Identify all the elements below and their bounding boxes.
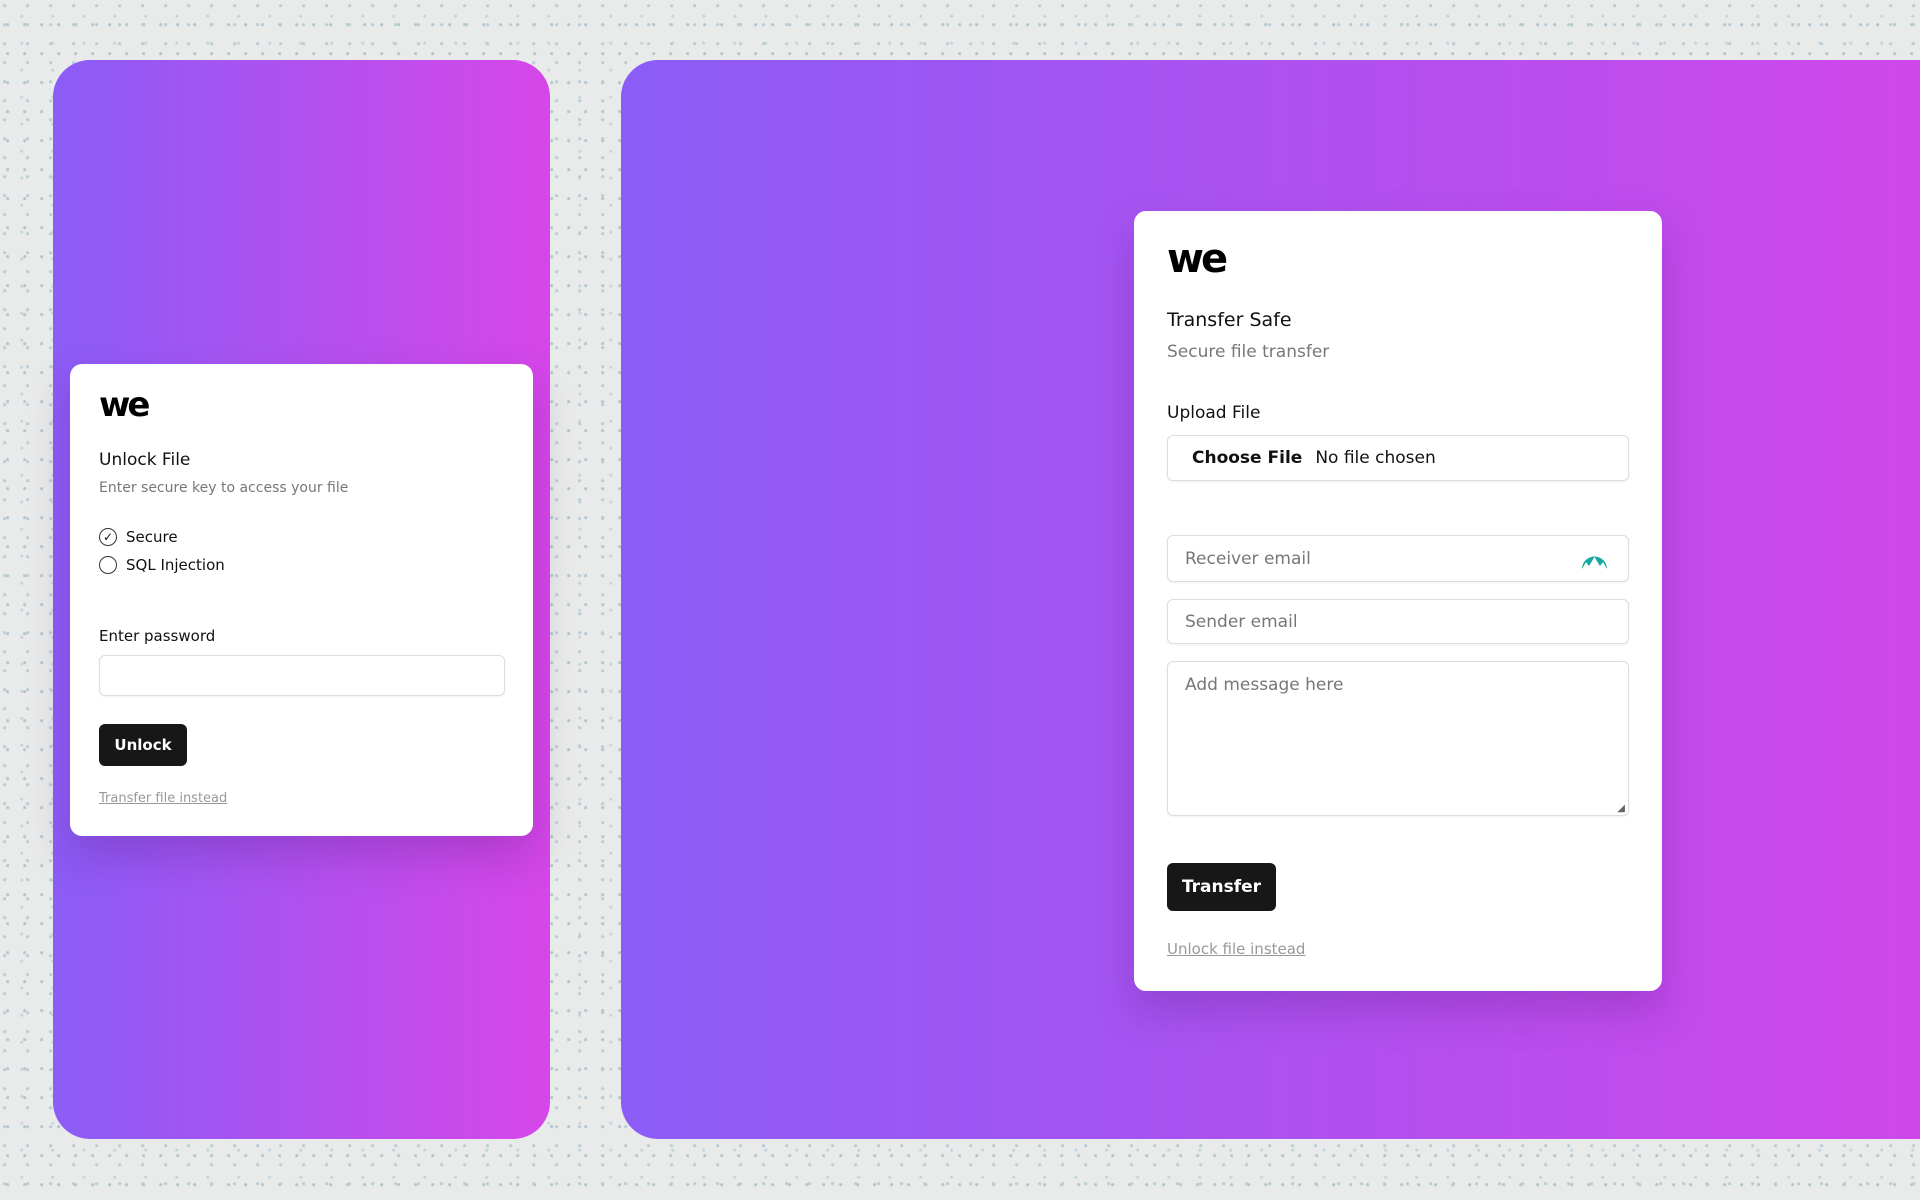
option-secure[interactable]: ✓ Secure <box>99 528 178 546</box>
choose-file-button[interactable]: Choose File <box>1192 448 1302 468</box>
mountain-extension-icon[interactable] <box>1581 548 1608 570</box>
file-input[interactable]: Choose File No file chosen <box>1167 435 1629 481</box>
sender-email-input[interactable]: Sender email <box>1167 599 1629 644</box>
unlock-subtitle: Enter secure key to access your file <box>99 480 349 496</box>
unlock-button[interactable]: Unlock <box>99 724 187 766</box>
password-input[interactable] <box>99 655 505 696</box>
option-sql-injection-label: SQL Injection <box>126 556 225 574</box>
transfer-title: Transfer Safe <box>1167 309 1292 331</box>
wetransfer-logo: we <box>99 385 151 425</box>
resize-handle-icon[interactable]: ◢ <box>1617 803 1625 814</box>
receiver-email-placeholder: Receiver email <box>1185 548 1311 569</box>
message-textarea[interactable]: Add message here ◢ <box>1167 661 1629 816</box>
transfer-file-instead-link[interactable]: Transfer file instead <box>99 791 227 806</box>
no-file-chosen-text: No file chosen <box>1315 448 1436 468</box>
transfer-subtitle: Secure file transfer <box>1167 342 1330 362</box>
unlock-card: we Unlock File Enter secure key to acces… <box>70 364 533 836</box>
empty-circle-icon <box>99 556 117 574</box>
sender-email-placeholder: Sender email <box>1185 611 1298 632</box>
unlock-file-instead-link[interactable]: Unlock file instead <box>1167 940 1305 958</box>
unlock-title: Unlock File <box>99 450 191 470</box>
message-placeholder: Add message here <box>1185 675 1344 695</box>
transfer-button[interactable]: Transfer <box>1167 863 1276 911</box>
receiver-email-input[interactable]: Receiver email <box>1167 535 1629 582</box>
transfer-card: we Transfer Safe Secure file transfer Up… <box>1134 211 1662 991</box>
wetransfer-logo: we <box>1167 236 1228 282</box>
option-sql-injection[interactable]: SQL Injection <box>99 556 225 574</box>
password-label: Enter password <box>99 627 216 645</box>
check-circle-icon: ✓ <box>99 528 117 546</box>
upload-file-label: Upload File <box>1167 403 1261 423</box>
option-secure-label: Secure <box>126 528 178 546</box>
